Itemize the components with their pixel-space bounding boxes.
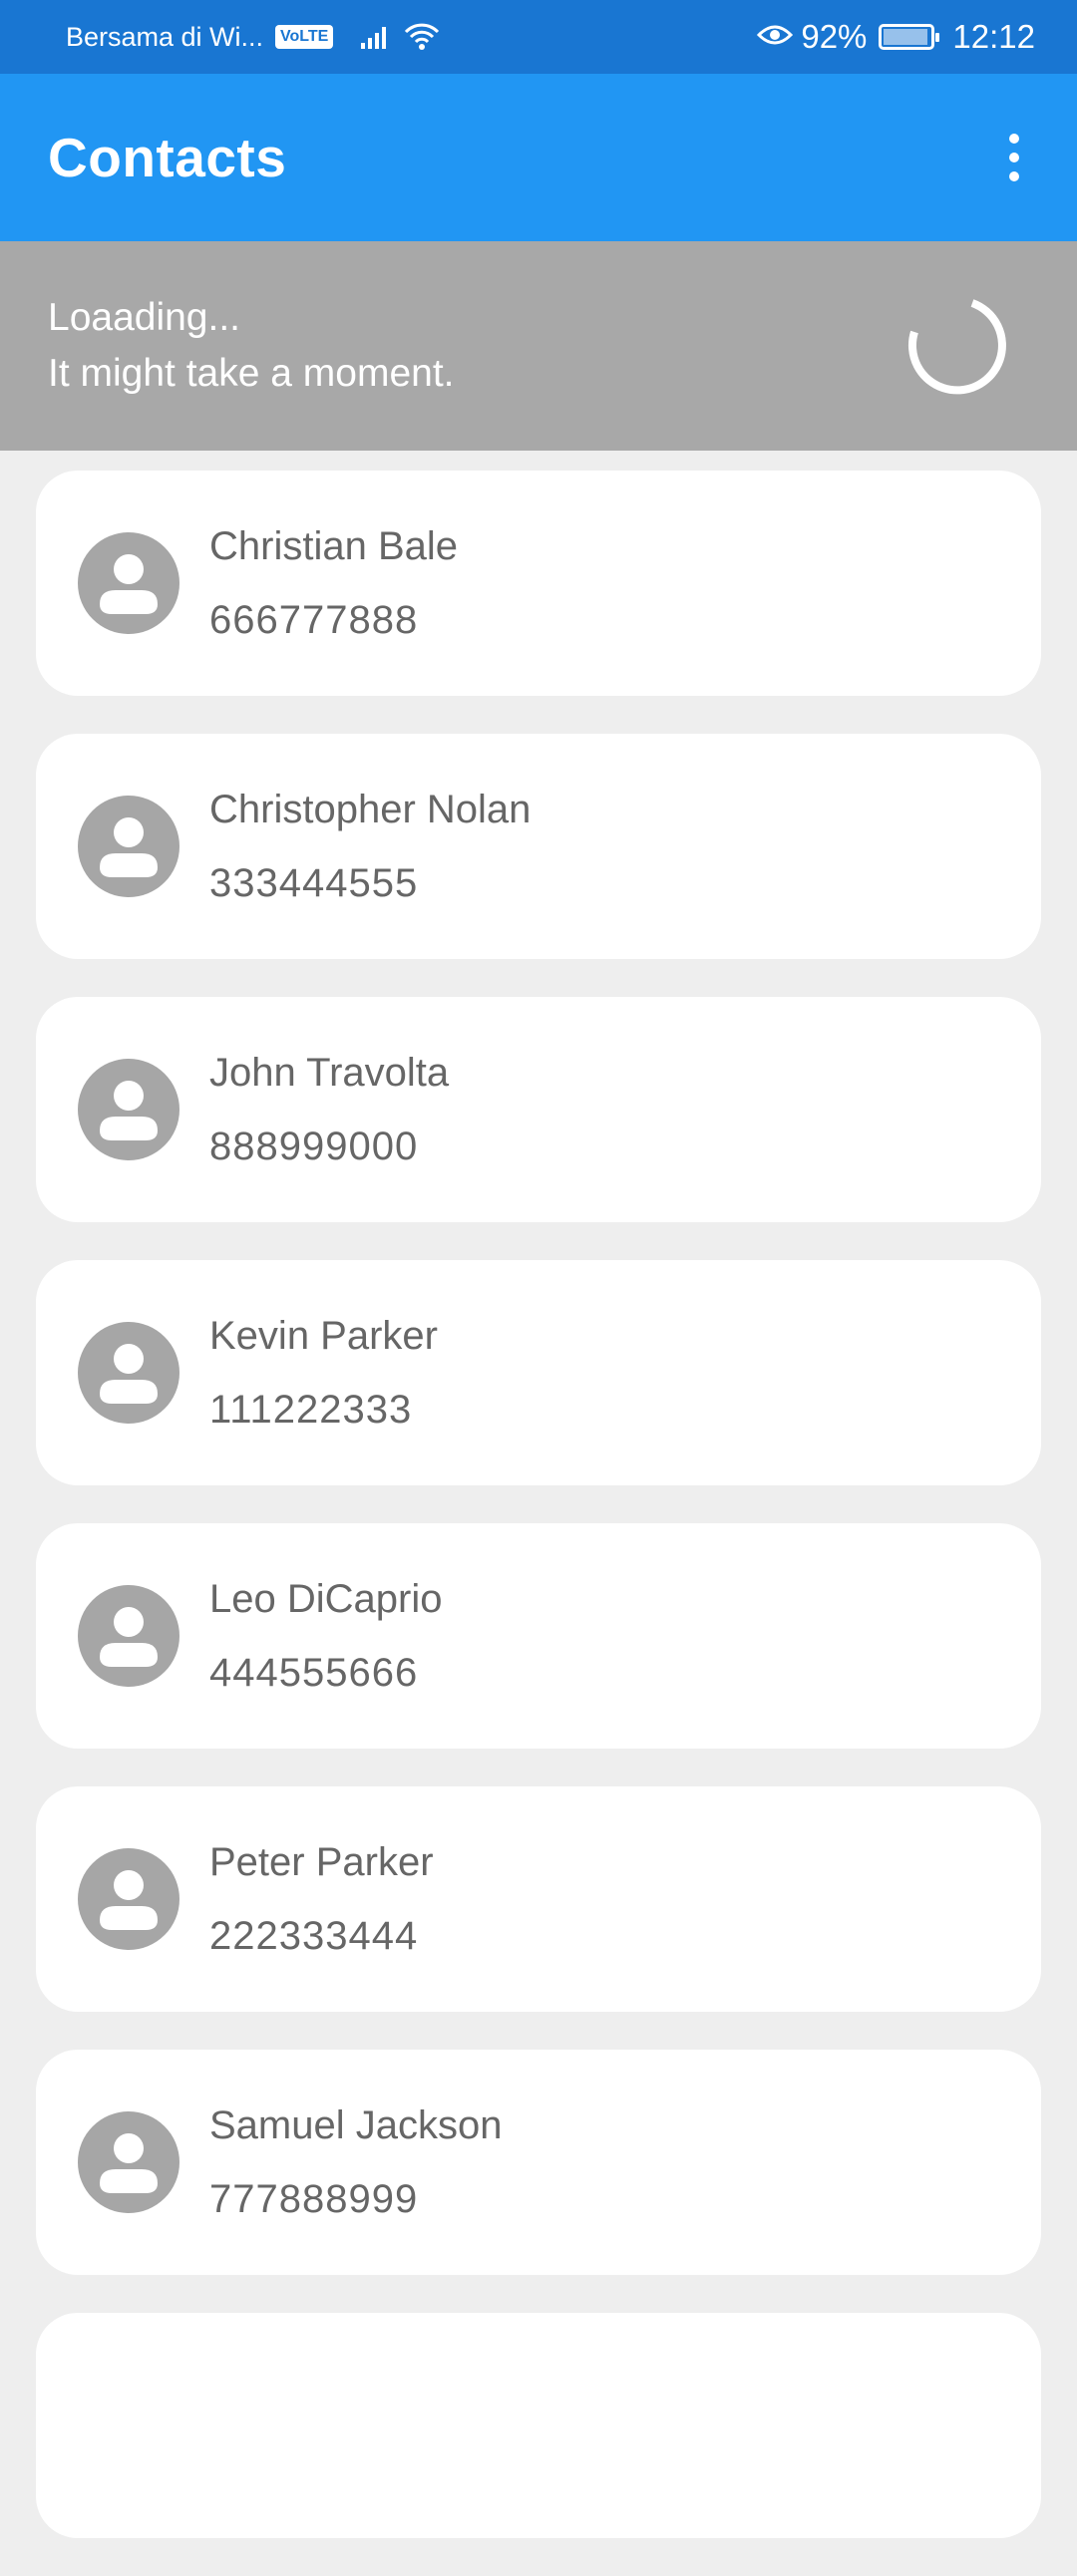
contact-name: John Travolta (209, 1051, 450, 1095)
loading-line-2: It might take a moment. (48, 352, 455, 395)
contact-phone: 333444555 (209, 861, 419, 905)
contact-name: Christian Bale (209, 524, 459, 568)
contact-text: Christopher Nolan 333444555 (209, 785, 531, 908)
contact-text: Christian Bale 666777888 (209, 521, 458, 645)
status-left: Bersama di Wi... VoLTE (66, 22, 441, 53)
avatar-icon (78, 532, 180, 634)
avatar-icon (78, 1059, 180, 1160)
contact-text: John Travolta 888999000 (209, 1048, 449, 1171)
eye-icon (757, 22, 794, 53)
contact-text: Kevin Parker 111222333 (209, 1311, 438, 1435)
avatar-icon (78, 1322, 180, 1424)
contact-phone: 222333444 (209, 1914, 419, 1958)
contact-card[interactable]: Leo DiCaprio 444555666 (36, 1523, 1041, 1749)
contact-card[interactable]: Peter Parker 222333444 (36, 1786, 1041, 2012)
app-bar: Contacts (0, 74, 1077, 241)
contact-card-partial[interactable] (36, 2313, 1041, 2538)
contact-name: Leo DiCaprio (209, 1577, 443, 1621)
contact-card[interactable]: Christian Bale 666777888 (36, 471, 1041, 696)
battery-percent: 92% (801, 18, 868, 55)
status-bar: Bersama di Wi... VoLTE 92% 12:12 (0, 0, 1077, 74)
clock: 12:12 (952, 18, 1035, 55)
signal-icon (359, 23, 393, 51)
contact-card[interactable]: Christopher Nolan 333444555 (36, 734, 1041, 959)
status-right: 92% 12:12 (757, 18, 1035, 56)
battery-icon (879, 24, 940, 50)
carrier-label: Bersama di Wi... (66, 21, 264, 52)
avatar-icon (78, 796, 180, 897)
contact-name: Samuel Jackson (209, 2103, 503, 2147)
contact-name: Kevin Parker (209, 1314, 438, 1358)
contact-phone: 888999000 (209, 1125, 419, 1168)
contact-name: Christopher Nolan (209, 788, 532, 831)
loading-banner: Loaading... It might take a moment. (0, 241, 1077, 451)
avatar-icon (78, 1848, 180, 1950)
contact-card[interactable]: John Travolta 888999000 (36, 997, 1041, 1222)
more-vert-icon[interactable] (987, 118, 1041, 197)
contact-text: Samuel Jackson 777888999 (209, 2100, 502, 2224)
contact-phone: 444555666 (209, 1651, 419, 1695)
contact-phone: 666777888 (209, 598, 419, 642)
loading-line-1: Loaading... (48, 296, 241, 339)
avatar-icon (78, 2111, 180, 2213)
contact-card[interactable]: Samuel Jackson 777888999 (36, 2050, 1041, 2275)
contact-text: Peter Parker 222333444 (209, 1837, 434, 1961)
avatar-icon (78, 1585, 180, 1687)
contact-text: Leo DiCaprio 444555666 (209, 1574, 442, 1698)
contact-phone: 777888999 (209, 2177, 419, 2221)
contact-phone: 111222333 (209, 1388, 413, 1432)
wifi-icon (403, 22, 441, 52)
loading-spinner-icon (908, 299, 1006, 395)
contact-name: Peter Parker (209, 1840, 434, 1884)
contact-list[interactable]: Christian Bale 666777888 Christopher Nol… (36, 471, 1041, 2576)
loading-text: Loaading... It might take a moment. (48, 290, 455, 402)
page-title: Contacts (48, 127, 287, 188)
contact-card[interactable]: Kevin Parker 111222333 (36, 1260, 1041, 1485)
volte-badge: VoLTE (275, 25, 334, 49)
